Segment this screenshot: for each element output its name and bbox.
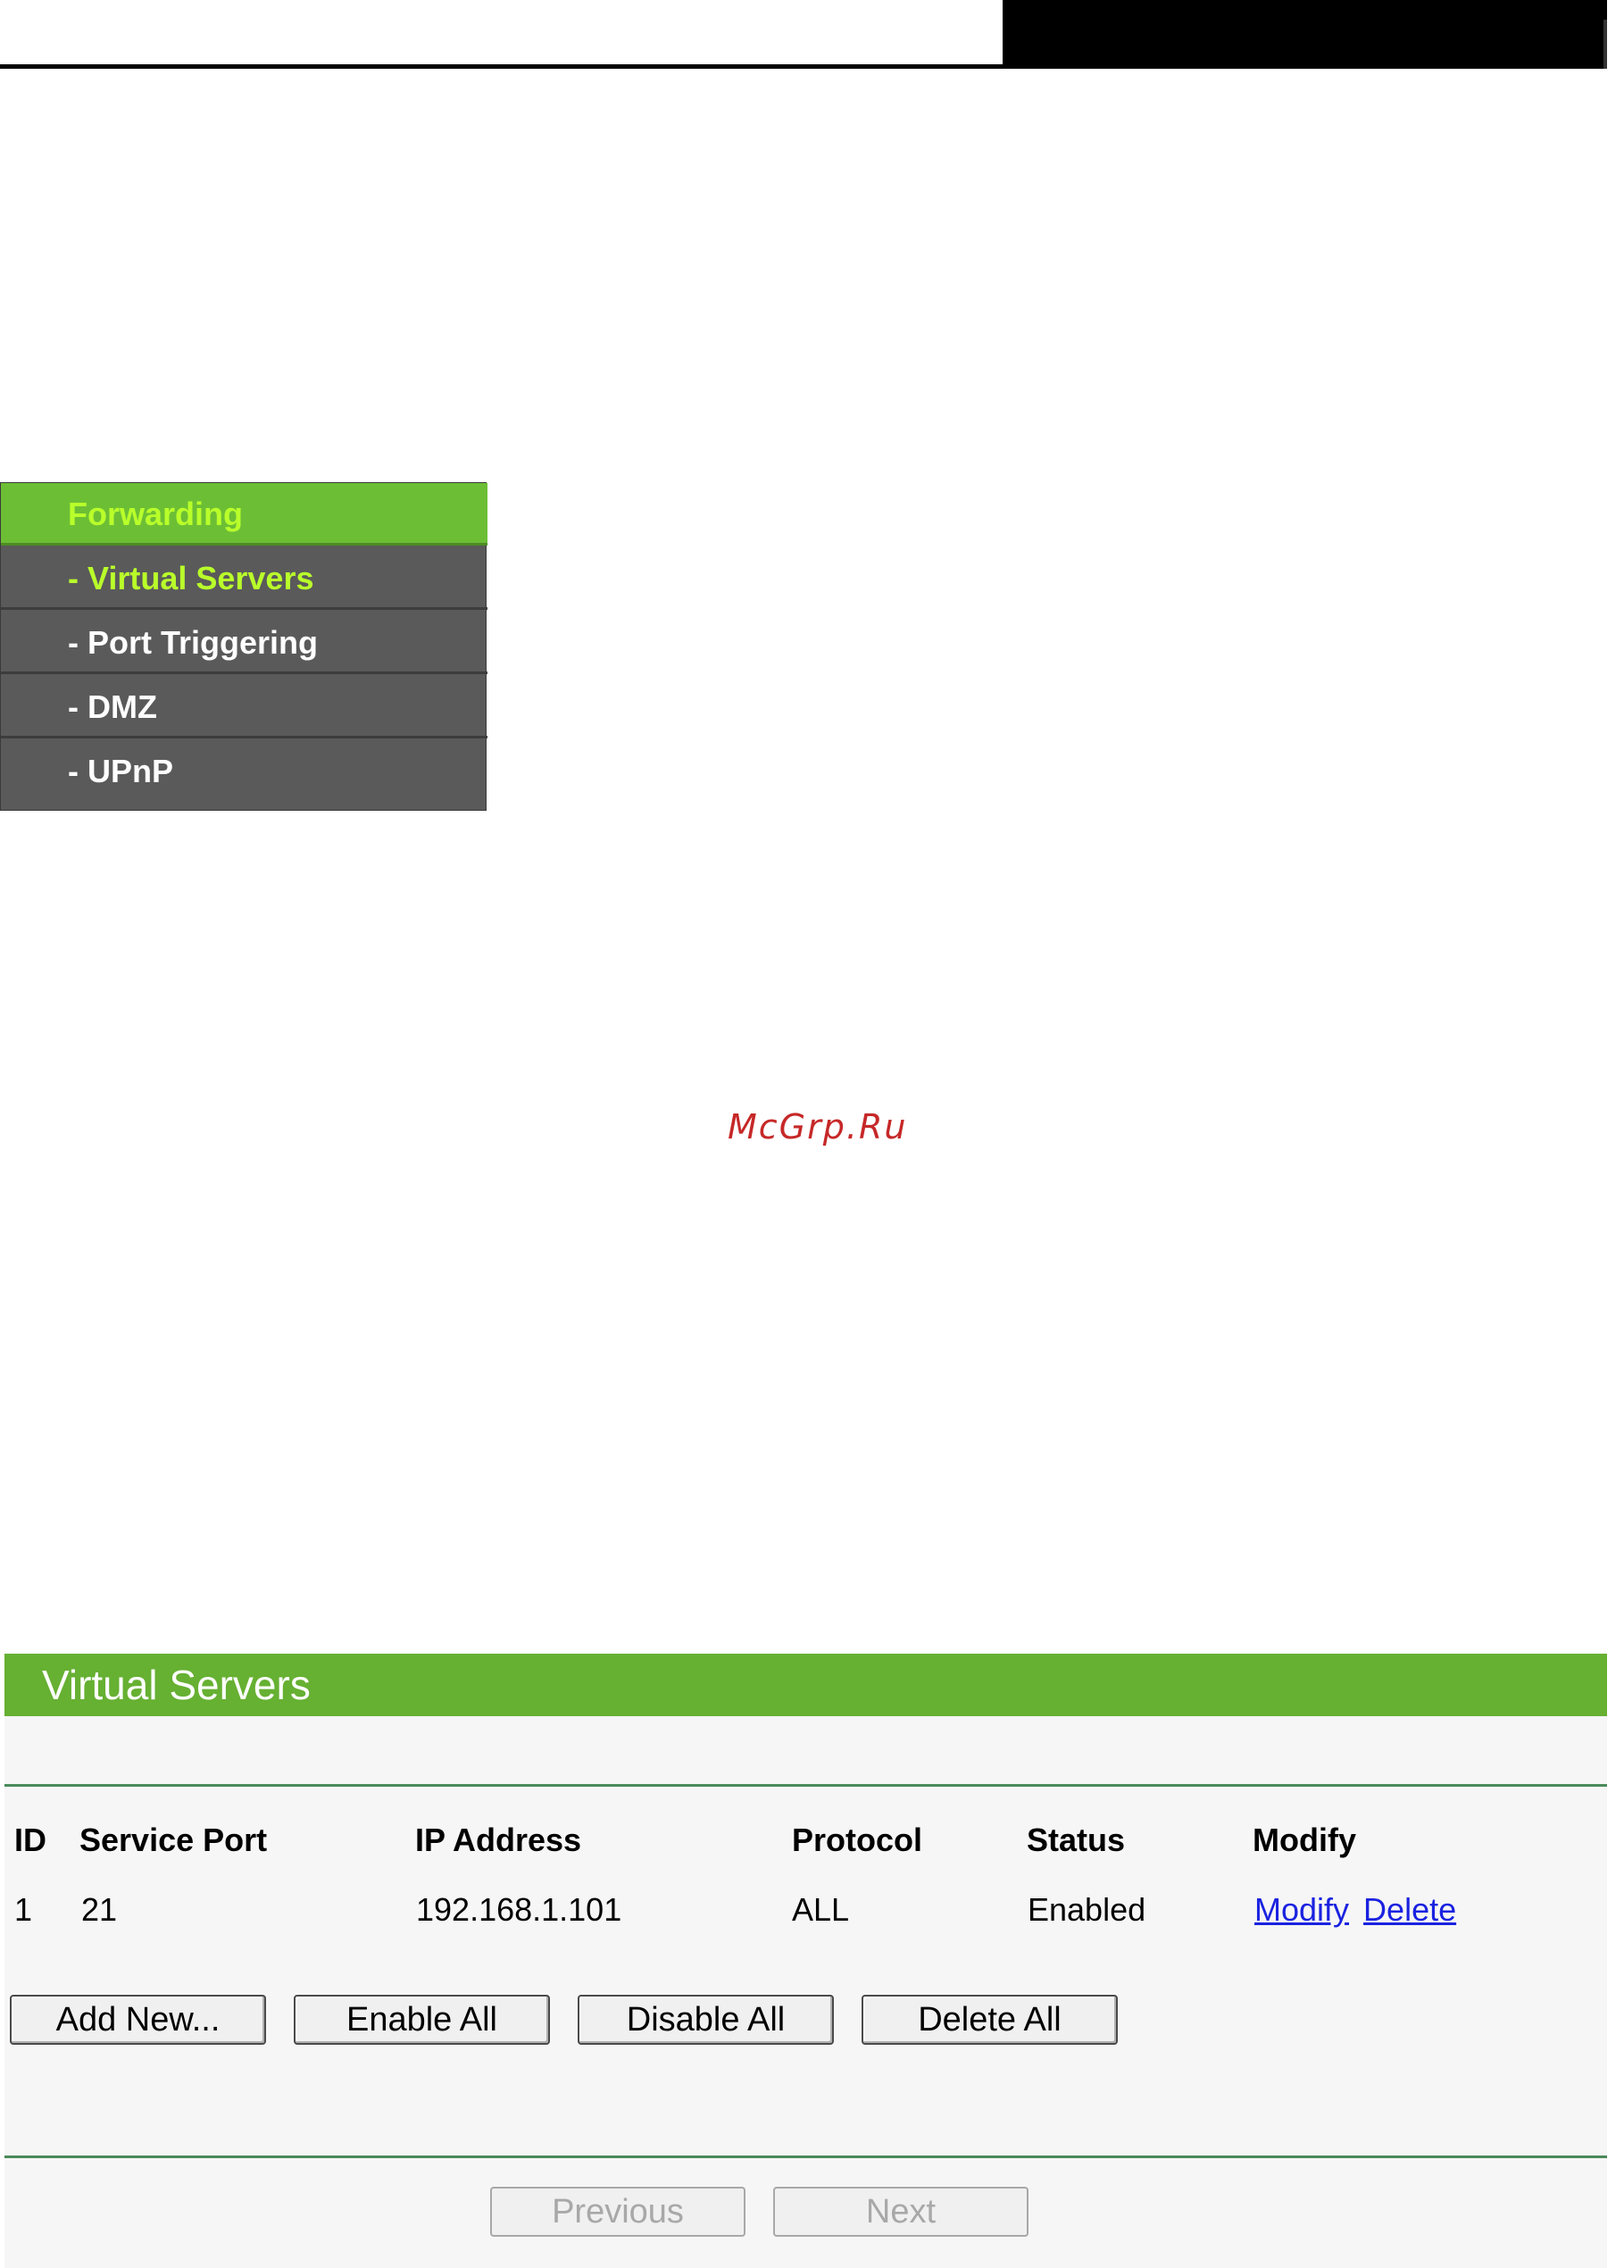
cell-ip-address: 192.168.1.101: [416, 1891, 622, 1928]
modify-link[interactable]: Modify: [1254, 1891, 1349, 1928]
watermark: McGrp.Ru: [728, 1107, 908, 1147]
delete-all-button[interactable]: Delete All: [862, 1995, 1118, 2045]
menu-item-forwarding[interactable]: Forwarding: [1, 483, 487, 546]
menu-item-dmz[interactable]: - DMZ: [1, 676, 487, 738]
menu-item-upnp[interactable]: - UPnP: [1, 740, 487, 803]
disable-all-button[interactable]: Disable All: [578, 1995, 834, 2045]
menu-item-virtual-servers[interactable]: - Virtual Servers: [1, 547, 487, 610]
delete-link[interactable]: Delete: [1363, 1891, 1456, 1928]
column-header-status: Status: [1027, 1822, 1126, 1858]
column-header-modify: Modify: [1253, 1822, 1356, 1858]
forwarding-menu: Forwarding - Virtual Servers - Port Trig…: [0, 482, 487, 811]
column-header-ip-address: IP Address: [415, 1822, 582, 1858]
header-bar-edge: [1603, 20, 1607, 69]
cell-service-port: 21: [81, 1891, 118, 1928]
previous-button[interactable]: Previous: [490, 2187, 745, 2237]
column-header-protocol: Protocol: [792, 1822, 923, 1858]
divider-bottom: [4, 2155, 1607, 2158]
next-button[interactable]: Next: [773, 2187, 1029, 2237]
column-header-id: ID: [14, 1822, 46, 1858]
divider-top: [4, 1784, 1607, 1787]
enable-all-button[interactable]: Enable All: [294, 1995, 550, 2045]
header-rule: [0, 64, 1009, 69]
cell-status: Enabled: [1028, 1891, 1146, 1928]
column-header-service-port: Service Port: [79, 1822, 268, 1858]
virtual-servers-panel: Virtual Servers: [4, 1654, 1607, 2268]
cell-modify-actions: Modify Delete: [1254, 1891, 1456, 1929]
add-new-button[interactable]: Add New...: [10, 1995, 266, 2045]
header-black-bar: [1003, 0, 1607, 69]
menu-item-port-triggering[interactable]: - Port Triggering: [1, 612, 487, 674]
cell-id: 1: [14, 1891, 33, 1928]
cell-protocol: ALL: [792, 1891, 850, 1928]
panel-title: Virtual Servers: [4, 1654, 1607, 1716]
